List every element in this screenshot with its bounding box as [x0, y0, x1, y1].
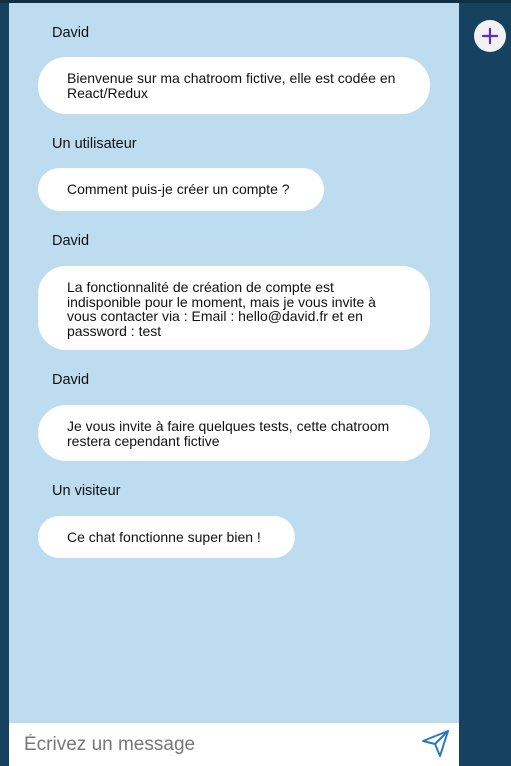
message-author: David [52, 25, 90, 41]
message-bubble: Comment puis-je créer un compte ? [38, 168, 324, 211]
send-button[interactable] [421, 728, 451, 758]
message-list[interactable]: David Bienvenue sur ma chatroom fictive,… [9, 3, 459, 723]
message-bubble: Je vous invite à faire quelques tests, c… [38, 405, 430, 461]
send-icon [422, 730, 449, 757]
message-author: Un visiteur [52, 483, 121, 499]
message-input[interactable] [9, 723, 409, 766]
message-bubble: La fonctionnalité de création de compte … [38, 266, 430, 350]
message-bubble: Ce chat fonctionne super bien ! [38, 516, 295, 558]
message-bubble: Bienvenue sur ma chatroom fictive, elle … [38, 57, 430, 114]
message-author: David [52, 372, 90, 388]
message-author: David [52, 233, 90, 249]
plus-icon [481, 27, 499, 45]
add-button[interactable] [474, 20, 506, 52]
message-composer [9, 723, 459, 766]
chat-panel: David Bienvenue sur ma chatroom fictive,… [9, 3, 459, 766]
message-author: Un utilisateur [52, 136, 137, 152]
